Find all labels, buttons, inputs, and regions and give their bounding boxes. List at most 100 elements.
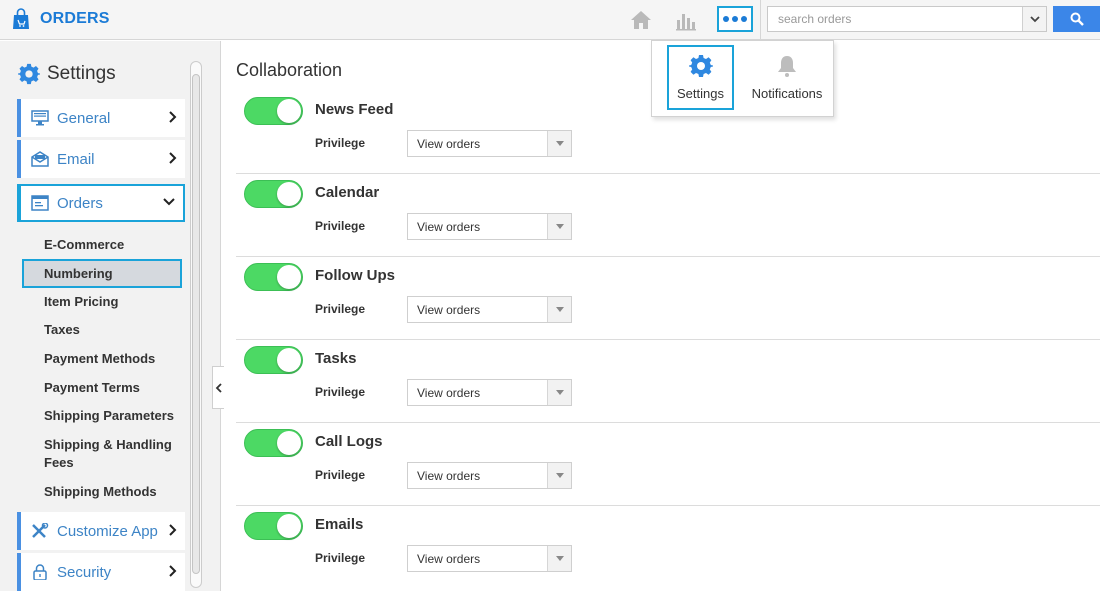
- sidebar-subitem-ecommerce[interactable]: E-Commerce: [44, 236, 184, 254]
- collab-row-tasks: Tasks Privilege View orders: [236, 340, 1100, 423]
- privilege-select[interactable]: View orders: [407, 545, 572, 572]
- toggle-knob: [277, 514, 301, 538]
- sidebar-subitem-payment-methods[interactable]: Payment Methods: [44, 350, 184, 368]
- follow-ups-toggle[interactable]: [244, 263, 303, 291]
- privilege-label: Privilege: [315, 468, 366, 482]
- popup-settings-label: Settings: [677, 86, 724, 101]
- row-title: Calendar: [315, 184, 380, 201]
- caret-down-icon: [555, 224, 564, 229]
- privilege-select[interactable]: View orders: [407, 296, 572, 323]
- caret-down-icon: [555, 390, 564, 395]
- collab-row-emails: Emails Privilege View orders: [236, 506, 1100, 589]
- search-icon: [1070, 12, 1084, 26]
- privilege-select-value: View orders: [417, 303, 481, 317]
- sidebar-item-general[interactable]: General: [17, 99, 185, 137]
- sidebar-subitem-payment-terms[interactable]: Payment Terms: [44, 379, 184, 397]
- scrollbar-thumb[interactable]: [192, 74, 200, 574]
- monitor-icon: [31, 110, 49, 126]
- privilege-select[interactable]: View orders: [407, 213, 572, 240]
- orders-icon: [31, 195, 49, 211]
- caret-down-icon: [555, 473, 564, 478]
- lock-icon: [31, 564, 49, 580]
- sidebar-item-label: Email: [57, 150, 95, 168]
- privilege-select-value: View orders: [417, 469, 481, 483]
- sidebar-item-customize-app[interactable]: Customize App: [17, 512, 185, 550]
- popup-notifications-item[interactable]: Notifications: [744, 45, 830, 110]
- news-feed-toggle[interactable]: [244, 97, 303, 125]
- chevron-right-icon: [169, 524, 177, 536]
- privilege-select[interactable]: View orders: [407, 379, 572, 406]
- chevron-down-icon: [1029, 16, 1040, 23]
- more-menu-popup: Settings Notifications: [651, 40, 834, 117]
- select-arrow[interactable]: [547, 546, 571, 571]
- privilege-label: Privilege: [315, 219, 366, 233]
- dot-icon: [741, 16, 747, 22]
- row-title: Follow Ups: [315, 267, 395, 284]
- toggle-knob: [277, 431, 301, 455]
- sidebar-item-security[interactable]: Security: [17, 553, 185, 591]
- select-arrow[interactable]: [547, 380, 571, 405]
- select-arrow[interactable]: [547, 131, 571, 156]
- collab-row-follow-ups: Follow Ups Privilege View orders: [236, 257, 1100, 340]
- call-logs-toggle[interactable]: [244, 429, 303, 457]
- privilege-label: Privilege: [315, 385, 366, 399]
- calendar-toggle[interactable]: [244, 180, 303, 208]
- toggle-knob: [277, 99, 301, 123]
- sidebar-scrollbar[interactable]: [190, 61, 202, 588]
- caret-down-icon: [555, 141, 564, 146]
- privilege-label: Privilege: [315, 302, 366, 316]
- shopping-bag-icon: [13, 8, 29, 29]
- row-title: Emails: [315, 516, 364, 533]
- sidebar-subitem-item-pricing[interactable]: Item Pricing: [44, 293, 184, 311]
- sidebar-item-label: Security: [57, 563, 112, 581]
- search-input[interactable]: [768, 7, 1023, 31]
- chevron-right-icon: [169, 111, 177, 123]
- row-title: News Feed: [315, 101, 394, 118]
- row-title: Call Logs: [315, 433, 383, 450]
- sidebar-subitem-numbering[interactable]: Numbering: [22, 259, 182, 288]
- dot-icon: [723, 16, 729, 22]
- popup-settings-item[interactable]: Settings: [667, 45, 734, 110]
- bell-icon: [778, 56, 796, 77]
- sidebar-item-label: General: [57, 109, 111, 127]
- top-bar: ORDERS: [0, 0, 1100, 40]
- home-button[interactable]: [628, 8, 654, 32]
- sidebar-subitem-shipping-parameters[interactable]: Shipping Parameters: [44, 407, 184, 425]
- search-button[interactable]: [1053, 6, 1100, 32]
- tools-icon: [31, 523, 49, 539]
- settings-sidebar: Settings General Email Orders E-Commerce…: [0, 41, 221, 591]
- search-dropdown-button[interactable]: [1022, 7, 1046, 31]
- sidebar-item-orders[interactable]: Orders: [17, 184, 185, 222]
- sidebar-subitem-taxes[interactable]: Taxes: [44, 321, 184, 339]
- select-arrow[interactable]: [547, 214, 571, 239]
- emails-toggle[interactable]: [244, 512, 303, 540]
- privilege-label: Privilege: [315, 136, 366, 150]
- more-menu-button[interactable]: [717, 6, 753, 32]
- collab-row-calendar: Calendar Privilege View orders: [236, 174, 1100, 257]
- sidebar-title: Settings: [18, 63, 116, 85]
- gear-icon: [18, 63, 40, 85]
- privilege-select[interactable]: View orders: [407, 462, 572, 489]
- sidebar-item-label: Customize App: [57, 522, 158, 540]
- privilege-select-value: View orders: [417, 137, 481, 151]
- chevron-left-icon: [215, 382, 222, 393]
- sidebar-item-label: Orders: [57, 194, 103, 212]
- select-arrow[interactable]: [547, 297, 571, 322]
- sidebar-item-email[interactable]: Email: [17, 140, 185, 178]
- sidebar-subitem-shipping-methods[interactable]: Shipping Methods: [44, 483, 184, 501]
- sidebar-subitem-shipping-handling-fees[interactable]: Shipping & Handling Fees: [44, 436, 184, 472]
- brand[interactable]: ORDERS: [12, 8, 110, 30]
- reports-button[interactable]: [673, 8, 699, 32]
- sidebar-collapse-button[interactable]: [212, 366, 224, 409]
- toggle-knob: [277, 182, 301, 206]
- envelope-icon: [31, 151, 49, 167]
- tasks-toggle[interactable]: [244, 346, 303, 374]
- privilege-select[interactable]: View orders: [407, 130, 572, 157]
- collab-row-call-logs: Call Logs Privilege View orders: [236, 423, 1100, 506]
- home-icon: [631, 11, 651, 29]
- privilege-select-value: View orders: [417, 552, 481, 566]
- select-arrow[interactable]: [547, 463, 571, 488]
- chevron-right-icon: [169, 565, 177, 577]
- caret-down-icon: [555, 556, 564, 561]
- chevron-down-icon: [163, 198, 175, 206]
